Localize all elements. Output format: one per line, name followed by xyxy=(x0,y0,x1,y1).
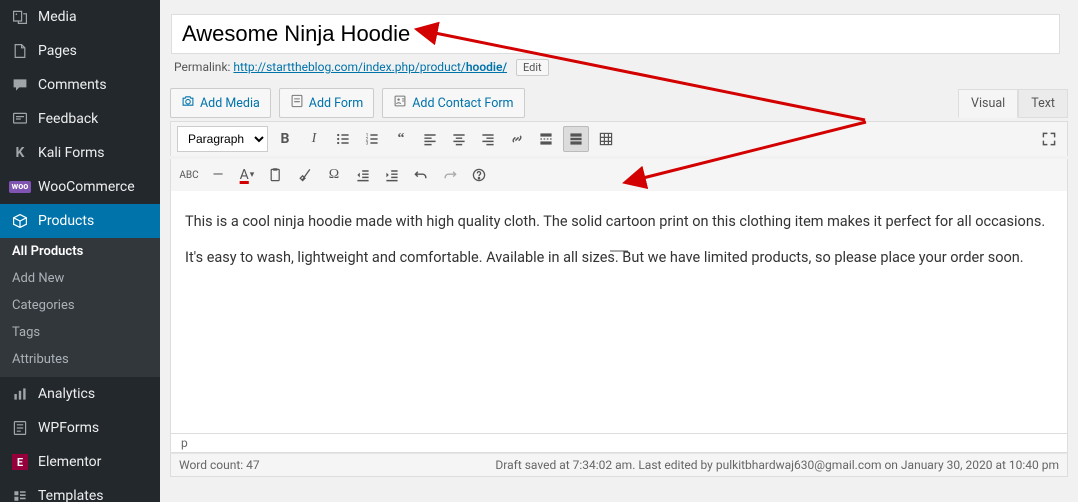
svg-text:T: T xyxy=(274,171,278,179)
sidebar-item-pages[interactable]: Pages xyxy=(0,34,160,68)
editor-toolbar-row1: Paragraph B I 123 “ xyxy=(170,121,1068,156)
align-right-button[interactable] xyxy=(476,127,500,151)
svg-text:3: 3 xyxy=(366,141,369,147)
sidebar-item-label: Templates xyxy=(38,488,104,502)
camera-icon xyxy=(181,94,195,112)
align-center-button[interactable] xyxy=(447,127,471,151)
outdent-button[interactable] xyxy=(351,163,375,187)
sidebar-sub-add-new[interactable]: Add New xyxy=(0,265,160,292)
indent-button[interactable] xyxy=(380,163,404,187)
sidebar-item-label: Analytics xyxy=(38,386,95,402)
add-form-button[interactable]: Add Form xyxy=(279,88,374,118)
edit-slug-button[interactable]: Edit xyxy=(516,59,549,76)
pages-icon xyxy=(10,41,30,61)
strikethrough-button[interactable]: ABC xyxy=(177,163,201,187)
sidebar-item-label: WooCommerce xyxy=(38,179,135,195)
sidebar-item-analytics[interactable]: Analytics xyxy=(0,377,160,411)
permalink-row: Permalink: http://starttheblog.com/index… xyxy=(174,60,1064,74)
table-button[interactable] xyxy=(594,127,618,151)
elementor-icon: E xyxy=(10,452,30,472)
redo-button[interactable] xyxy=(438,163,462,187)
sidebar-item-label: Pages xyxy=(38,43,77,59)
form-icon xyxy=(290,94,304,112)
hr-button[interactable]: — xyxy=(206,163,230,187)
sidebar-sub-all-products[interactable]: All Products xyxy=(0,238,160,265)
sidebar-sub-tags[interactable]: Tags xyxy=(0,319,160,346)
sidebar-item-label: WPForms xyxy=(38,420,99,436)
woocommerce-icon: woo xyxy=(10,177,30,197)
word-count: Word count: 47 xyxy=(179,458,260,472)
editor-toolbar-row2: ABC — A▾ T Ω xyxy=(170,159,1068,191)
admin-sidebar: Media Pages Comments Feedback K Kali For… xyxy=(0,0,160,502)
sidebar-sub-categories[interactable]: Categories xyxy=(0,292,160,319)
permalink-link[interactable]: http://starttheblog.com/index.php/produc… xyxy=(233,60,507,74)
help-button[interactable] xyxy=(467,163,491,187)
sidebar-item-woocommerce[interactable]: woo WooCommerce xyxy=(0,170,160,204)
wpforms-icon xyxy=(10,418,30,438)
sidebar-item-label: Feedback xyxy=(38,111,98,127)
blockquote-button[interactable]: “ xyxy=(389,127,413,151)
draft-status: Draft saved at 7:34:02 am. Last edited b… xyxy=(495,458,1059,472)
product-title-input[interactable] xyxy=(171,14,1060,54)
contact-form-icon xyxy=(393,94,407,112)
element-path: p xyxy=(170,434,1068,453)
bold-button[interactable]: B xyxy=(273,127,297,151)
sidebar-item-label: Elementor xyxy=(38,454,101,470)
sidebar-item-label: Comments xyxy=(38,77,107,93)
sidebar-item-elementor[interactable]: E Elementor xyxy=(0,445,160,479)
editor-main: Permalink: http://starttheblog.com/index… xyxy=(160,0,1078,502)
undo-button[interactable] xyxy=(409,163,433,187)
text-color-button[interactable]: A▾ xyxy=(235,163,259,187)
tab-text[interactable]: Text xyxy=(1018,89,1068,118)
toolbar-toggle-button[interactable] xyxy=(563,126,589,152)
sidebar-item-kali-forms[interactable]: K Kali Forms xyxy=(0,136,160,170)
clear-format-button[interactable] xyxy=(293,163,317,187)
media-icon xyxy=(10,7,30,27)
sidebar-item-wpforms[interactable]: WPForms xyxy=(0,411,160,445)
permalink-label: Permalink: xyxy=(174,60,230,74)
sidebar-item-templates[interactable]: Templates xyxy=(0,479,160,502)
sidebar-item-comments[interactable]: Comments xyxy=(0,68,160,102)
kali-forms-icon: K xyxy=(10,143,30,163)
italic-button[interactable]: I xyxy=(302,127,326,151)
statusbar: Word count: 47 Draft saved at 7:34:02 am… xyxy=(170,453,1068,477)
paste-text-button[interactable]: T xyxy=(264,163,288,187)
sidebar-item-media[interactable]: Media xyxy=(0,0,160,34)
sidebar-sub-attributes[interactable]: Attributes xyxy=(0,346,160,377)
editor-content[interactable]: This is a cool ninja hoodie made with hi… xyxy=(170,191,1068,434)
bullet-list-button[interactable] xyxy=(331,127,355,151)
sidebar-item-label: Media xyxy=(38,9,77,25)
align-left-button[interactable] xyxy=(418,127,442,151)
sidebar-item-label: Kali Forms xyxy=(38,145,105,161)
sidebar-item-feedback[interactable]: Feedback xyxy=(0,102,160,136)
fullscreen-button[interactable] xyxy=(1037,127,1061,151)
comments-icon xyxy=(10,75,30,95)
analytics-icon xyxy=(10,384,30,404)
content-paragraph: This is a cool ninja hoodie made with hi… xyxy=(185,211,1053,233)
sidebar-item-products[interactable]: Products xyxy=(0,204,160,238)
feedback-icon xyxy=(10,109,30,129)
add-contact-form-button[interactable]: Add Contact Form xyxy=(382,88,524,118)
templates-icon xyxy=(10,486,30,502)
tab-visual[interactable]: Visual xyxy=(958,89,1018,118)
format-select[interactable]: Paragraph xyxy=(177,126,268,152)
readmore-button[interactable] xyxy=(534,127,558,151)
products-icon xyxy=(10,211,30,231)
special-char-button[interactable]: Ω xyxy=(322,163,346,187)
add-media-button[interactable]: Add Media xyxy=(170,88,271,118)
link-button[interactable] xyxy=(505,127,529,151)
number-list-button[interactable]: 123 xyxy=(360,127,384,151)
sidebar-item-label: Products xyxy=(38,213,94,229)
